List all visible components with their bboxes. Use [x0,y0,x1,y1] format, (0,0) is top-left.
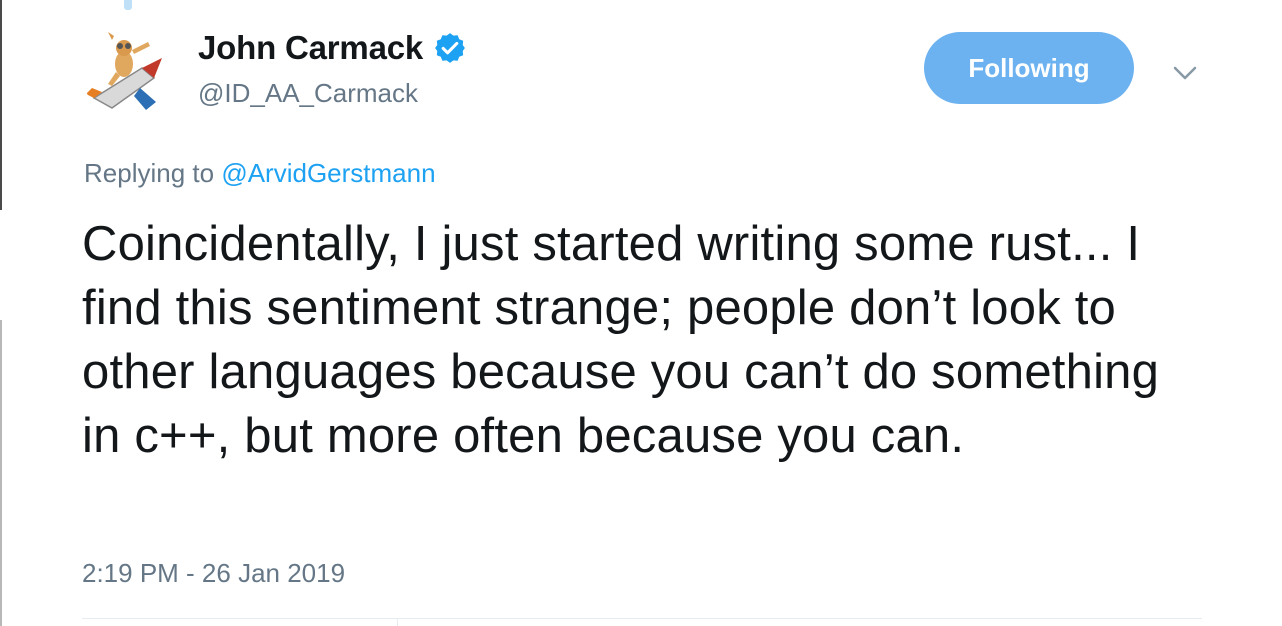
chevron-down-icon[interactable] [1170,58,1200,88]
author-name[interactable]: John Carmack [198,29,423,67]
tweet-page: John Carmack @ID_AA_Carmack Following Re… [0,0,1282,626]
reply-prefix: Replying to [84,158,215,188]
divider [82,618,1202,619]
scroll-indicator [124,0,132,10]
reply-mention-link[interactable]: @ArvidGerstmann [221,158,435,188]
tweet-timestamp[interactable]: 2:19 PM - 26 Jan 2019 [82,558,345,589]
divider-tick [397,618,398,626]
following-button[interactable]: Following [924,32,1134,104]
reply-context: Replying to @ArvidGerstmann [84,158,436,189]
tweet-text: Coincidentally, I just started writing s… [82,217,1160,463]
avatar-image [82,28,172,118]
window-edge [0,0,2,210]
verified-badge-icon [435,33,465,63]
avatar[interactable] [82,28,172,118]
window-edge-lower [0,320,2,626]
author-block: John Carmack @ID_AA_Carmack [198,28,467,109]
author-name-row: John Carmack [198,28,467,68]
author-handle[interactable]: @ID_AA_Carmack [198,78,467,109]
